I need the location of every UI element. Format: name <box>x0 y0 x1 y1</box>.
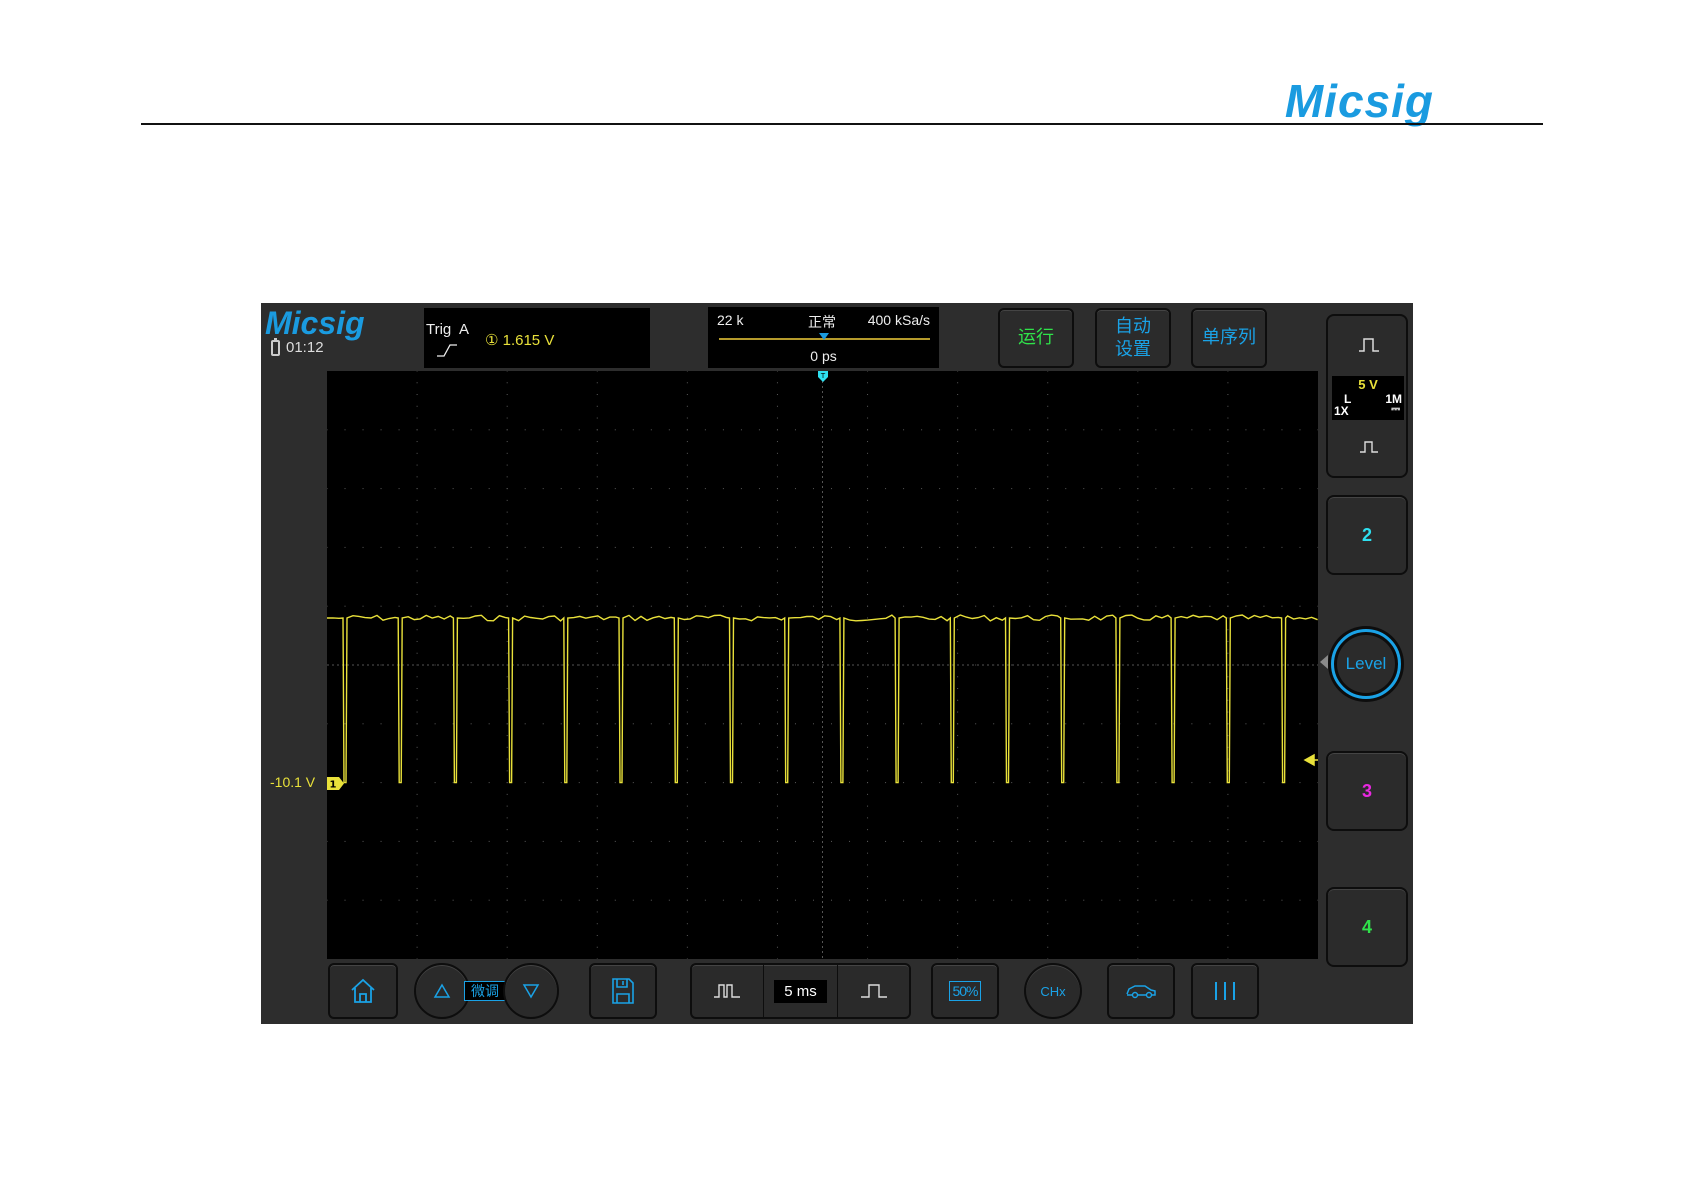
waveform-grid[interactable]: T <box>326 370 1319 960</box>
menu-button[interactable] <box>1191 963 1259 1019</box>
ch1-offset-readout: -10.1 V <box>270 774 316 790</box>
timebase-value[interactable]: 5 ms <box>774 979 827 1003</box>
fine-adjust-label[interactable]: 微调 <box>464 981 506 1001</box>
timebase-group: 5 ms <box>690 963 911 1019</box>
triangle-down-icon <box>522 984 540 999</box>
page-divider <box>141 123 1543 125</box>
trigger-label: Trig <box>426 321 452 338</box>
level-knob[interactable]: Level <box>1331 629 1401 699</box>
clock-time: 01:12 <box>286 339 324 356</box>
oscilloscope-screen: Micsig 01:12 Trig A ① 1.615 V 22 k 正常 40… <box>261 303 1413 1024</box>
zoom-in-time-button[interactable] <box>692 965 764 1017</box>
rising-edge-icon <box>437 344 457 357</box>
auto-setup-label-1: 自动 <box>1115 315 1151 336</box>
trigger-source: A <box>459 321 470 338</box>
bottom-toolbar: 微调 5 ms 50% CHx <box>323 961 1322 1024</box>
timebase-readout-cell: 5 ms <box>764 965 838 1017</box>
triangle-up-icon <box>433 983 451 998</box>
ch1-probe: 1X <box>1334 404 1349 418</box>
home-button[interactable] <box>328 963 398 1019</box>
single-sequence-button[interactable]: 单序列 <box>1191 308 1267 368</box>
ch1-marker-label: 1 <box>330 780 337 791</box>
run-button[interactable]: 运行 <box>998 308 1074 368</box>
ch1-settings-box: 5 V L 1M 1X ⎓ <box>1332 376 1404 420</box>
menu-bars-icon <box>1215 982 1235 1000</box>
ch1-scale: 5 V <box>1358 377 1378 392</box>
fine-up-button[interactable] <box>414 963 470 1019</box>
zoom-out-time-button[interactable] <box>837 965 909 1017</box>
timebase-panel[interactable]: 22 k 正常 400 kSa/s 0 ps <box>708 307 939 368</box>
ch1-control-panel[interactable]: 5 V L 1M 1X ⎓ <box>1326 314 1408 478</box>
record-length: 22 k <box>717 312 744 328</box>
trigger-position-marker-icon: T <box>818 371 828 382</box>
ch3-button[interactable]: 3 <box>1326 751 1408 831</box>
trigger-level: ① 1.615 V <box>485 332 555 349</box>
acquire-mode: 正常 <box>808 314 836 330</box>
auto-setup-label-2: 设置 <box>1115 339 1151 359</box>
ch4-button[interactable]: 4 <box>1326 887 1408 967</box>
graticule <box>326 370 1319 960</box>
save-icon <box>612 978 634 1004</box>
page-brand-logo: Micsig <box>1284 75 1434 127</box>
save-button[interactable] <box>589 963 657 1019</box>
ch1-ground-marker-icon[interactable]: 1 <box>327 777 344 790</box>
pulse-small-icon <box>1360 441 1378 453</box>
auto-setup-button[interactable]: 自动 设置 <box>1095 308 1171 368</box>
chx-label: CHx <box>1040 983 1066 999</box>
fifty-percent-button[interactable]: 50% <box>931 963 999 1019</box>
fine-down-button[interactable] <box>503 963 559 1019</box>
fifty-percent-icon: 50% <box>949 981 981 1001</box>
trigger-panel[interactable]: Trig A ① 1.615 V <box>424 308 650 368</box>
scope-brand-logo: Micsig <box>265 305 365 341</box>
slow-pulse-icon <box>860 984 887 998</box>
channel-select-button[interactable]: CHx <box>1024 963 1082 1019</box>
ch2-button[interactable]: 2 <box>1326 495 1408 575</box>
svg-text:T: T <box>820 372 826 380</box>
car-icon <box>1126 985 1156 999</box>
fast-pulse-icon <box>714 984 741 998</box>
horizontal-offset: 0 ps <box>810 348 837 364</box>
status-bar: 01:12 <box>271 337 324 356</box>
memory-position-marker-icon <box>819 333 829 340</box>
waveform-display: T <box>326 370 1319 960</box>
pulse-icon <box>1359 338 1379 352</box>
battery-icon <box>271 337 280 356</box>
dc-coupling-icon: ⎓ <box>1391 403 1400 415</box>
trigger-level-arrow-icon <box>1303 753 1318 767</box>
sample-rate: 400 kSa/s <box>867 312 930 328</box>
auto-mode-button[interactable] <box>1107 963 1175 1019</box>
home-icon <box>351 978 375 1003</box>
level-pointer-icon <box>1320 655 1328 669</box>
